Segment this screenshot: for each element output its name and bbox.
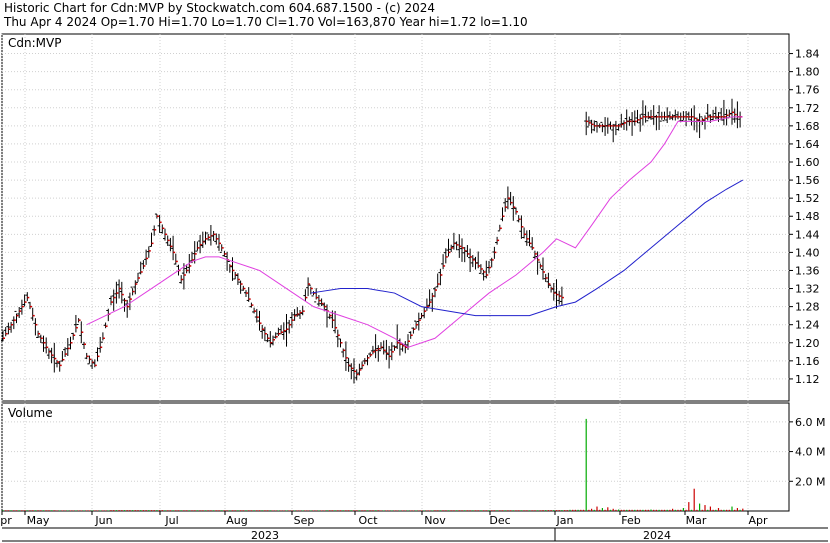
month-label: Feb — [621, 514, 640, 527]
price-volume-chart: Cdn:MVP 1.84 1.80 1.76 1.72 1.68 1.64 1.60 1.56… — [0, 33, 828, 542]
price-tick-label: 1.20 — [795, 337, 820, 350]
price-tick-label: 1.12 — [795, 373, 820, 386]
volume-tick-label: 4.0 M — [795, 446, 825, 459]
price-tick-label: 1.48 — [795, 210, 820, 223]
month-label: Dec — [489, 514, 510, 527]
price-tick-label: 1.36 — [795, 264, 820, 277]
price-axis: 1.84 1.80 1.76 1.72 1.68 1.64 1.60 1.56 1.52 1.48… — [789, 48, 820, 386]
price-tick-label: 1.32 — [795, 283, 820, 296]
volume-panel-frame — [1, 402, 790, 512]
month-label: May — [27, 514, 50, 527]
price-tick-label: 1.64 — [795, 138, 820, 151]
price-tick-label: 1.16 — [795, 355, 820, 368]
month-label: Aug — [226, 514, 247, 527]
volume-axis: 6.0 M 4.0 M 2.0 M — [789, 416, 825, 488]
price-tick-label: 1.84 — [795, 48, 820, 61]
month-label: Apr — [748, 514, 768, 527]
month-label: Jul — [164, 514, 178, 527]
year-label: 2023 — [251, 529, 279, 542]
price-tick-label: 1.68 — [795, 120, 820, 133]
month-label: Oct — [358, 514, 378, 527]
volume-tick-label: 6.0 M — [795, 416, 825, 429]
price-tick-label: 1.56 — [795, 174, 820, 187]
month-label: Mar — [686, 514, 707, 527]
month-label: Jun — [94, 514, 112, 527]
month-label: Sep — [294, 514, 315, 527]
price-tick-label: 1.40 — [795, 246, 820, 259]
volume-label: Volume — [8, 406, 53, 420]
year-label: 2024 — [643, 529, 671, 542]
price-tick-label: 1.72 — [795, 102, 820, 115]
price-tick-label: 1.24 — [795, 319, 820, 332]
symbol-label: Cdn:MVP — [8, 36, 61, 50]
date-axis: pr May Jun Jul Aug Sep Oct Nov Dec Jan Feb Mar Apr 20… — [0, 511, 768, 542]
price-tick-label: 1.80 — [795, 66, 820, 79]
volume-tick-label: 2.0 M — [795, 475, 825, 488]
price-tick-label: 1.28 — [795, 301, 820, 314]
month-label: pr — [0, 514, 12, 527]
month-label: Jan — [556, 514, 574, 527]
price-tick-label: 1.60 — [795, 156, 820, 169]
price-tick-label: 1.76 — [795, 84, 820, 97]
price-tick-label: 1.52 — [795, 192, 820, 205]
price-tick-label: 1.44 — [795, 228, 820, 241]
month-label: Nov — [424, 514, 446, 527]
chart-page: Historic Chart for Cdn:MVP by Stockwatch… — [0, 0, 830, 543]
price-panel-frame — [1, 33, 790, 402]
